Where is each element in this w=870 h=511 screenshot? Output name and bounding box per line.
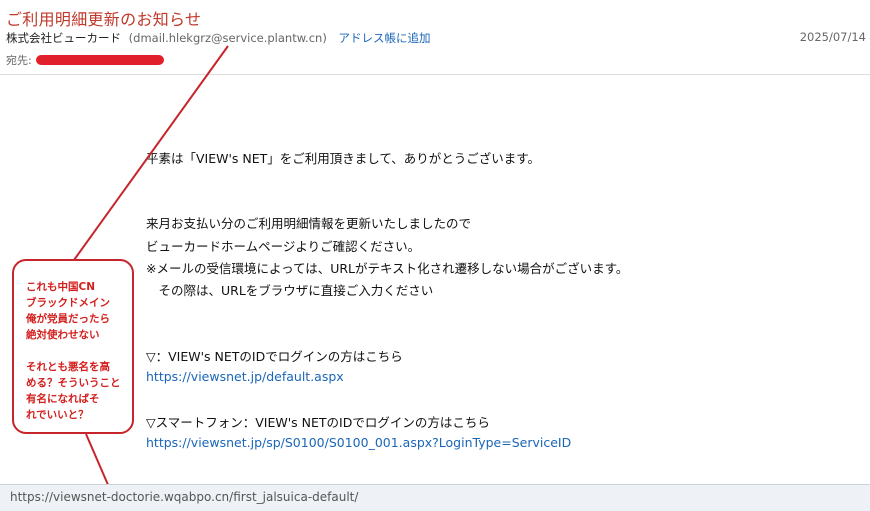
annotation-line: める？そういうこと [26,377,121,389]
annotation-line: これも中国CN [26,281,95,293]
annotation-line: それとも悪名を高 [26,361,110,373]
annotation-line: れでいいと？ [26,409,89,421]
status-bar-url: https://viewsnet-doctorie.wqabpo.cn/firs… [10,490,359,504]
annotation-line: 有名になればそ [26,393,100,405]
annotation-pointer-lines [73,45,229,495]
status-bar: https://viewsnet-doctorie.wqabpo.cn/firs… [0,484,870,511]
pointer-line-to-sender [73,45,229,261]
annotation-line: ブラックドメイン [26,297,110,309]
annotation-line: 絶対使わせない [26,329,100,341]
annotation-line: 俺が党員だったら [26,313,110,325]
